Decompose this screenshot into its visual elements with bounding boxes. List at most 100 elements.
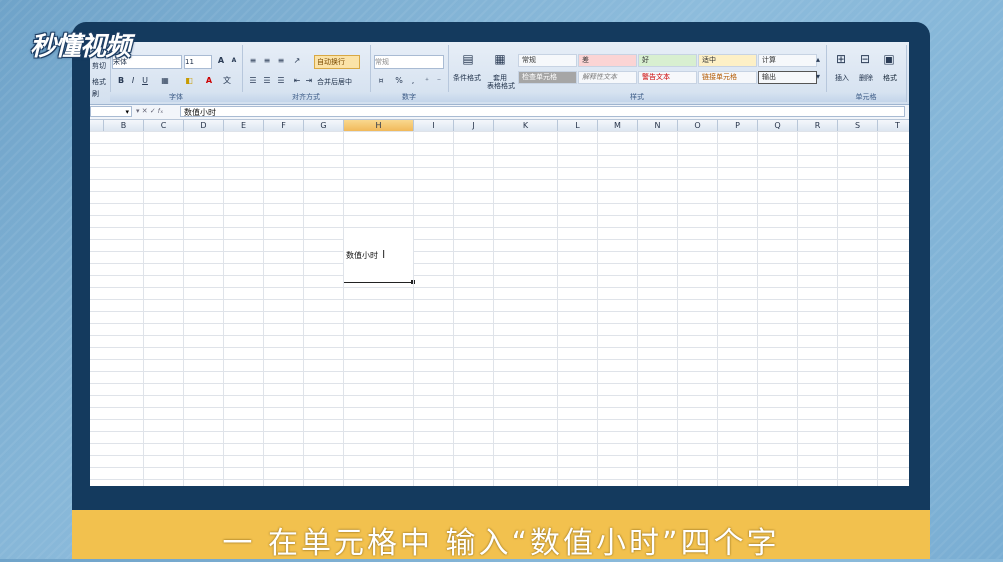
format-cells-button[interactable]: 格式 bbox=[882, 71, 898, 85]
align-bottom-icon[interactable]: ≡ bbox=[274, 55, 288, 67]
column-header-q[interactable]: Q bbox=[758, 120, 798, 131]
gridline bbox=[837, 131, 838, 486]
style-output[interactable]: 输出 bbox=[758, 71, 817, 84]
align-left-icon[interactable]: ☰ bbox=[246, 75, 260, 87]
subtitle-bar: 一 在单元格中 输入“数值小时”四个字 bbox=[72, 510, 930, 561]
column-header-p[interactable]: P bbox=[718, 120, 758, 131]
site-logo: 秒懂视频 bbox=[30, 32, 131, 62]
subtitle-text: 一 在单元格中 输入“数值小时”四个字 bbox=[222, 526, 780, 561]
gridline bbox=[343, 131, 344, 486]
styles-group-label: 样式 bbox=[448, 92, 826, 102]
delete-cells-icon[interactable]: ⊟ bbox=[856, 53, 874, 65]
currency-icon[interactable]: ¤ bbox=[374, 75, 388, 87]
cell-grid[interactable] bbox=[90, 131, 909, 486]
column-header-g[interactable]: G bbox=[304, 120, 344, 131]
insert-cells-icon[interactable]: ⊞ bbox=[832, 53, 850, 65]
formula-bar: ▾ ▾ ✕ ✓ 𝑓ₓ 数值小时 bbox=[90, 105, 909, 120]
underline-button[interactable]: U bbox=[138, 75, 152, 87]
decrease-decimal-icon[interactable]: ⁻ bbox=[432, 75, 446, 87]
formula-input[interactable]: 数值小时 bbox=[180, 106, 905, 117]
select-all-corner[interactable] bbox=[90, 120, 104, 131]
column-header-s[interactable]: S bbox=[838, 120, 878, 131]
shrink-font-button[interactable]: A bbox=[227, 55, 241, 67]
format-cells-icon[interactable]: ▣ bbox=[880, 53, 898, 65]
style-normal[interactable]: 常规 bbox=[518, 54, 577, 67]
gridline bbox=[263, 131, 264, 486]
column-header-d[interactable]: D bbox=[184, 120, 224, 131]
column-header-l[interactable]: L bbox=[558, 120, 598, 131]
style-linked-cell[interactable]: 链接单元格 bbox=[698, 71, 757, 84]
styles-scroll-down-icon[interactable]: ▾ bbox=[814, 71, 822, 83]
gridline bbox=[637, 131, 638, 486]
styles-scroll-up-icon[interactable]: ▴ bbox=[814, 54, 822, 66]
gridline bbox=[303, 131, 304, 486]
name-box[interactable]: ▾ bbox=[90, 106, 132, 117]
table-format-icon[interactable]: ▦ bbox=[490, 53, 510, 65]
gridline bbox=[797, 131, 798, 486]
column-header-o[interactable]: O bbox=[678, 120, 718, 131]
column-header-e[interactable]: E bbox=[224, 120, 264, 131]
style-good[interactable]: 好 bbox=[638, 54, 697, 67]
grow-font-button[interactable]: A bbox=[214, 55, 228, 67]
gridline bbox=[183, 131, 184, 486]
conditional-format-button[interactable]: 条件格式 bbox=[452, 71, 482, 85]
font-size-select[interactable]: 11 bbox=[184, 55, 212, 69]
orientation-icon[interactable]: ↗ bbox=[290, 55, 304, 67]
increase-indent-icon[interactable]: ⇥ bbox=[302, 75, 316, 87]
font-group-label: 字体 bbox=[110, 92, 242, 102]
column-header-h[interactable]: H bbox=[344, 120, 414, 131]
gridline bbox=[877, 131, 878, 486]
gridline bbox=[493, 131, 494, 486]
column-header-t[interactable]: T bbox=[878, 120, 909, 131]
ribbon: 剪切 格式刷 宋体 11 A A B I U ▦ ◧ A 文 字体 ≡ ≡ ≡ … bbox=[90, 42, 909, 105]
style-calculation[interactable]: 计算 bbox=[758, 54, 817, 67]
column-header-n[interactable]: N bbox=[638, 120, 678, 131]
column-header-k[interactable]: K bbox=[494, 120, 558, 131]
comma-button[interactable]: , bbox=[406, 75, 420, 87]
column-header-b[interactable]: B bbox=[104, 120, 144, 131]
number-group: 常规 ¤ % , ⁺ ⁻ 数字 bbox=[370, 45, 449, 102]
percent-button[interactable]: % bbox=[392, 75, 406, 87]
style-neutral[interactable]: 适中 bbox=[698, 54, 757, 67]
column-header-c[interactable]: C bbox=[144, 120, 184, 131]
table-format-button-line2: 表格格式 bbox=[487, 82, 515, 90]
style-explanatory[interactable]: 解释性文本 bbox=[578, 71, 637, 84]
style-warning[interactable]: 警告文本 bbox=[638, 71, 697, 84]
column-header-f[interactable]: F bbox=[264, 120, 304, 131]
alignment-group-label: 对齐方式 bbox=[242, 92, 370, 102]
conditional-format-icon[interactable]: ▤ bbox=[458, 53, 478, 65]
insert-cells-button[interactable]: 插入 bbox=[834, 71, 850, 85]
gridline bbox=[223, 131, 224, 486]
gridline bbox=[757, 131, 758, 486]
cells-group: ⊞ 插入 ⊟ 删除 ▣ 格式 单元格 bbox=[826, 45, 907, 102]
number-group-label: 数字 bbox=[370, 92, 448, 102]
number-format-select[interactable]: 常规 bbox=[374, 55, 444, 69]
formula-controls[interactable]: ▾ ✕ ✓ 𝑓ₓ bbox=[136, 106, 178, 117]
style-check-cell[interactable]: 检查单元格 bbox=[518, 71, 577, 84]
gridline bbox=[717, 131, 718, 486]
fill-color-icon[interactable]: ◧ bbox=[182, 75, 196, 87]
gridline bbox=[143, 131, 144, 486]
cells-group-label: 单元格 bbox=[826, 92, 906, 102]
align-right-icon[interactable]: ☰ bbox=[274, 75, 288, 87]
font-color-icon[interactable]: A bbox=[202, 75, 216, 87]
gridline bbox=[597, 131, 598, 486]
column-header-m[interactable]: M bbox=[598, 120, 638, 131]
border-icon[interactable]: ▦ bbox=[158, 75, 172, 87]
align-top-icon[interactable]: ≡ bbox=[246, 55, 260, 67]
align-center-icon[interactable]: ☰ bbox=[260, 75, 274, 87]
style-bad[interactable]: 差 bbox=[578, 54, 637, 67]
format-painter-button[interactable]: 格式刷 bbox=[91, 75, 110, 98]
excel-window: 剪切 格式刷 宋体 11 A A B I U ▦ ◧ A 文 字体 ≡ ≡ ≡ … bbox=[90, 42, 909, 486]
phonetic-icon[interactable]: 文 bbox=[220, 75, 234, 87]
gridline bbox=[453, 131, 454, 486]
align-middle-icon[interactable]: ≡ bbox=[260, 55, 274, 67]
delete-cells-button[interactable]: 删除 bbox=[858, 71, 874, 85]
merge-center-button[interactable]: 合并后居中 bbox=[316, 75, 368, 89]
column-header-r[interactable]: R bbox=[798, 120, 838, 131]
column-header-i[interactable]: I bbox=[414, 120, 454, 131]
column-header-j[interactable]: J bbox=[454, 120, 494, 131]
wrap-text-button[interactable]: 自动换行 bbox=[314, 55, 360, 69]
text-cursor-icon: Ι bbox=[382, 248, 386, 261]
active-cell-h[interactable]: 数值小时 Ι bbox=[344, 230, 415, 284]
